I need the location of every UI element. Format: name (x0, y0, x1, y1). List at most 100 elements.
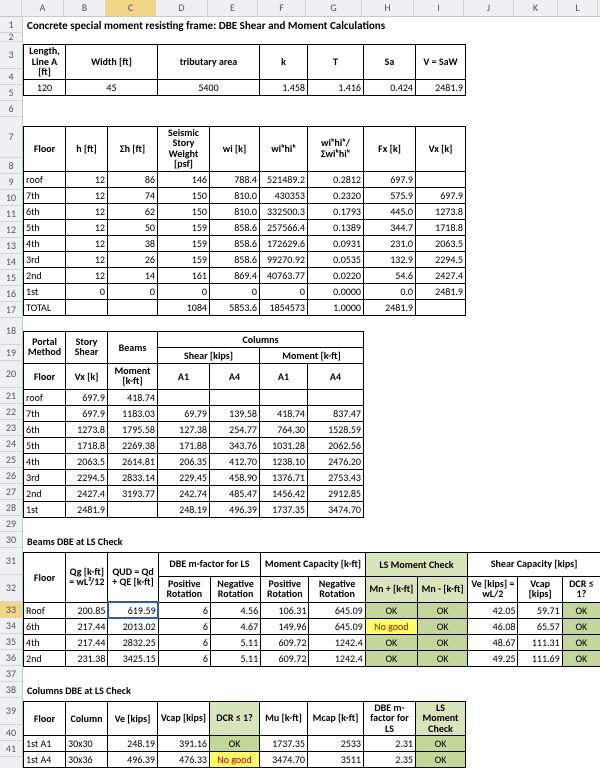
cell[interactable]: 788.4 (210, 171, 260, 187)
cell[interactable]: 3193.77 (108, 485, 158, 501)
cell[interactable]: 172629.6 (260, 235, 308, 251)
row-16[interactable]: 16 (0, 286, 22, 302)
cell[interactable]: 476.33 (158, 752, 210, 768)
cell[interactable]: 609.72 (261, 650, 309, 666)
cell[interactable]: 418.74 (108, 389, 158, 405)
row-41[interactable]: 41 (0, 741, 22, 757)
row-29[interactable]: 29 (0, 516, 22, 532)
cell[interactable]: 6th (24, 203, 66, 219)
cell[interactable]: 200.85 (66, 602, 108, 618)
cell[interactable]: 74 (108, 187, 158, 203)
cell[interactable]: 6th (24, 421, 66, 437)
cell[interactable]: 231.0 (364, 235, 416, 251)
cell[interactable]: 697.9 (66, 389, 108, 405)
cell[interactable]: 332500.3 (260, 203, 308, 219)
cell[interactable]: 1376.71 (260, 469, 308, 485)
cell[interactable]: 837.47 (308, 405, 364, 421)
cell[interactable]: 5.11 (210, 650, 260, 666)
cell[interactable]: OK (365, 634, 417, 650)
cell[interactable]: 48.67 (468, 634, 518, 650)
cell[interactable]: 4th (24, 235, 66, 251)
cell[interactable]: 2481.9 (66, 501, 108, 517)
cell[interactable]: 344.7 (364, 219, 416, 235)
cell[interactable]: 1st A4 (24, 752, 66, 768)
cell[interactable]: 127.38 (158, 421, 210, 437)
row-38[interactable]: 38 (0, 682, 22, 698)
cell[interactable]: OK (416, 752, 466, 768)
cell[interactable]: 12 (66, 235, 108, 251)
cell[interactable]: 7th (24, 405, 66, 421)
cell[interactable]: 3511 (308, 752, 364, 768)
cell[interactable] (308, 389, 364, 405)
cell[interactable]: 2nd (24, 485, 66, 501)
cell[interactable]: 2.31 (364, 736, 416, 752)
cell[interactable]: 49.25 (468, 650, 518, 666)
cell[interactable]: OK (210, 736, 260, 752)
cell[interactable]: 697.9 (66, 405, 108, 421)
cell[interactable] (416, 299, 466, 315)
cell[interactable]: 2013.02 (108, 618, 158, 634)
row-36[interactable]: 36 (0, 650, 22, 666)
cell[interactable]: 1273.8 (416, 203, 466, 219)
cell[interactable] (66, 299, 108, 315)
cell[interactable]: OK (365, 650, 417, 666)
row-40[interactable]: 40 (0, 725, 22, 741)
col-D[interactable]: D (156, 0, 208, 16)
cell[interactable]: 2614.81 (108, 453, 158, 469)
cell[interactable]: 1242.4 (309, 650, 365, 666)
cell[interactable]: 69.79 (158, 405, 210, 421)
row-35[interactable]: 35 (0, 634, 22, 650)
col-A[interactable]: A (22, 0, 64, 16)
col-H[interactable]: H (362, 0, 414, 16)
cell[interactable]: 111.69 (518, 650, 562, 666)
cell[interactable]: 343.76 (210, 437, 260, 453)
cell[interactable]: Roof (24, 602, 66, 618)
cell[interactable]: 0.0 (364, 283, 416, 299)
row-9[interactable]: 9 (0, 174, 22, 190)
cell[interactable]: 42.05 (468, 602, 518, 618)
cell[interactable]: 229.45 (158, 469, 210, 485)
cell[interactable]: 0.0535 (308, 251, 364, 267)
cell[interactable]: 1.0000 (308, 299, 364, 315)
cell[interactable]: 445.0 (364, 203, 416, 219)
cell[interactable]: No good (210, 752, 260, 768)
cell[interactable]: OK (562, 634, 600, 650)
row-22[interactable]: 22 (0, 404, 22, 420)
cell[interactable]: 521489.2 (260, 171, 308, 187)
cell[interactable]: 26 (108, 251, 158, 267)
cell[interactable]: 12 (66, 187, 108, 203)
cell[interactable]: 2832.25 (108, 634, 158, 650)
cell[interactable]: 0.1793 (308, 203, 364, 219)
cell[interactable]: 217.44 (66, 634, 108, 650)
cell[interactable]: 99270.92 (260, 251, 308, 267)
cell[interactable]: 62 (108, 203, 158, 219)
cell[interactable]: No good (365, 618, 417, 634)
cell[interactable]: 54.6 (364, 267, 416, 283)
cell[interactable]: OK (417, 650, 467, 666)
cell[interactable] (260, 389, 308, 405)
cell[interactable]: 6th (24, 618, 66, 634)
cell[interactable]: 5.11 (210, 634, 260, 650)
cell[interactable]: 810.0 (210, 203, 260, 219)
cell[interactable]: 30x36 (66, 752, 108, 768)
cell[interactable]: 697.9 (416, 187, 466, 203)
cell[interactable]: 257566.4 (260, 219, 308, 235)
cell[interactable]: 106.31 (261, 602, 309, 618)
cell[interactable]: 858.6 (210, 219, 260, 235)
row-18[interactable]: 18 (0, 318, 22, 345)
cell[interactable]: 132.9 (364, 251, 416, 267)
cell[interactable]: 2533 (308, 736, 364, 752)
cell[interactable]: 1854573 (260, 299, 308, 315)
cell[interactable]: OK (562, 650, 600, 666)
row-12[interactable]: 12 (0, 222, 22, 238)
cell[interactable]: roof (24, 171, 66, 187)
row-37[interactable]: 37 (0, 666, 22, 682)
col-F[interactable]: F (258, 0, 306, 16)
row-26[interactable]: 26 (0, 468, 22, 484)
cell[interactable]: OK (562, 602, 600, 618)
cell[interactable]: 1456.42 (260, 485, 308, 501)
row-28[interactable]: 28 (0, 500, 22, 516)
cell[interactable]: 65.57 (518, 618, 562, 634)
cell[interactable]: 458.90 (210, 469, 260, 485)
cell[interactable]: 2476.20 (308, 453, 364, 469)
